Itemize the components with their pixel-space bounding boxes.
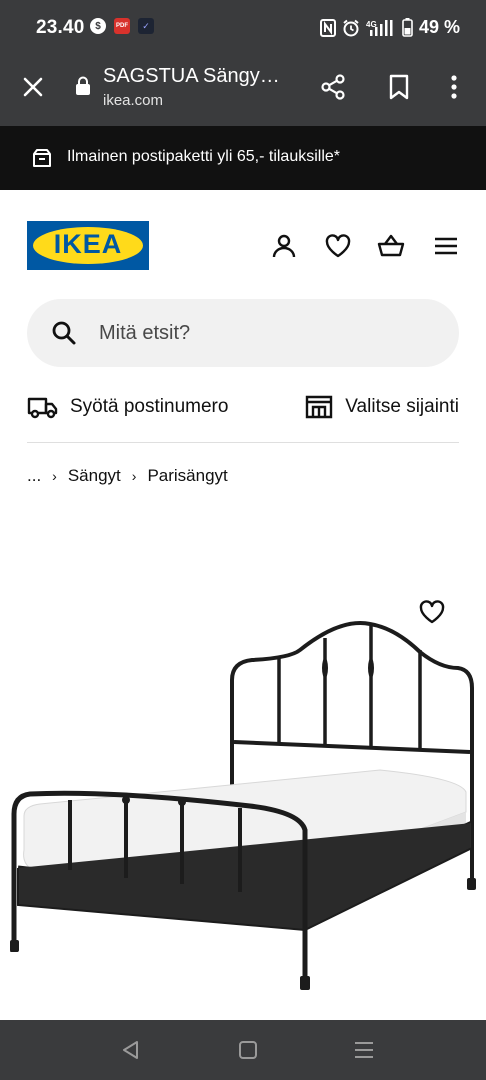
truck-icon	[27, 397, 58, 419]
location-button[interactable]: Valitse sijainti	[305, 390, 459, 424]
promo-banner[interactable]: Ilmainen postipaketti yli 65,- tilauksil…	[0, 126, 486, 190]
overflow-menu-icon[interactable]	[444, 72, 464, 102]
bed-image[interactable]	[0, 580, 486, 1000]
heart-icon[interactable]	[418, 598, 446, 626]
page-title[interactable]: SAGSTUA Sängy…	[103, 65, 280, 88]
page-url[interactable]: ikea.com	[103, 92, 163, 109]
parcel-icon	[33, 149, 51, 167]
breadcrumb-ellipsis[interactable]: ...	[27, 466, 41, 486]
ikea-logo[interactable]: IKEA	[27, 221, 149, 270]
home-icon[interactable]	[236, 1039, 260, 1061]
bookmark-icon[interactable]	[384, 72, 414, 102]
basket-icon[interactable]	[377, 232, 405, 260]
mail-icon: ✓	[138, 18, 154, 34]
divider	[27, 442, 459, 443]
dollar-icon: $	[90, 18, 106, 34]
nfc-icon	[319, 18, 336, 37]
signal-icon: 4G	[366, 19, 393, 36]
search-icon	[52, 321, 76, 345]
postcode-label: Syötä postinumero	[70, 396, 229, 417]
system-icons: 4G 49 %	[319, 17, 460, 38]
breadcrumb-item-parisangyt[interactable]: Parisängyt	[147, 466, 227, 486]
close-icon[interactable]	[18, 72, 48, 102]
chevron-right-icon: ›	[52, 468, 57, 484]
notification-icons: $ PDF ✓	[90, 18, 154, 34]
chevron-right-icon: ›	[131, 468, 137, 484]
back-icon[interactable]	[119, 1039, 143, 1061]
account-icon[interactable]	[270, 232, 298, 260]
location-label: Valitse sijainti	[345, 396, 459, 417]
status-time: 23.40	[36, 17, 85, 38]
search-bar[interactable]	[27, 299, 459, 367]
pdf-icon: PDF	[114, 18, 130, 34]
status-bar: 23.40 $ PDF ✓ 4G 49 %	[0, 0, 486, 54]
wishlist-icon[interactable]	[324, 232, 352, 260]
store-icon	[306, 395, 333, 419]
breadcrumb-item-sangyt[interactable]: Sängyt	[68, 466, 121, 486]
recent-apps-icon[interactable]	[352, 1039, 376, 1061]
lock-icon	[76, 76, 90, 95]
logo-text: IKEA	[53, 229, 123, 259]
system-nav-bar	[0, 1020, 486, 1080]
battery-level: 49 %	[418, 17, 460, 37]
promo-text: Ilmainen postipaketti yli 65,- tilauksil…	[67, 148, 341, 165]
alarm-icon	[343, 19, 359, 36]
browser-toolbar: SAGSTUA Sängy… ikea.com	[0, 54, 486, 126]
postcode-button[interactable]: Syötä postinumero	[27, 390, 228, 424]
breadcrumb: ... › Sängyt › Parisängyt	[27, 466, 228, 486]
share-icon[interactable]	[318, 72, 348, 102]
search-input[interactable]	[99, 299, 439, 367]
hamburger-menu-icon[interactable]	[432, 232, 460, 260]
battery-icon	[402, 18, 413, 37]
